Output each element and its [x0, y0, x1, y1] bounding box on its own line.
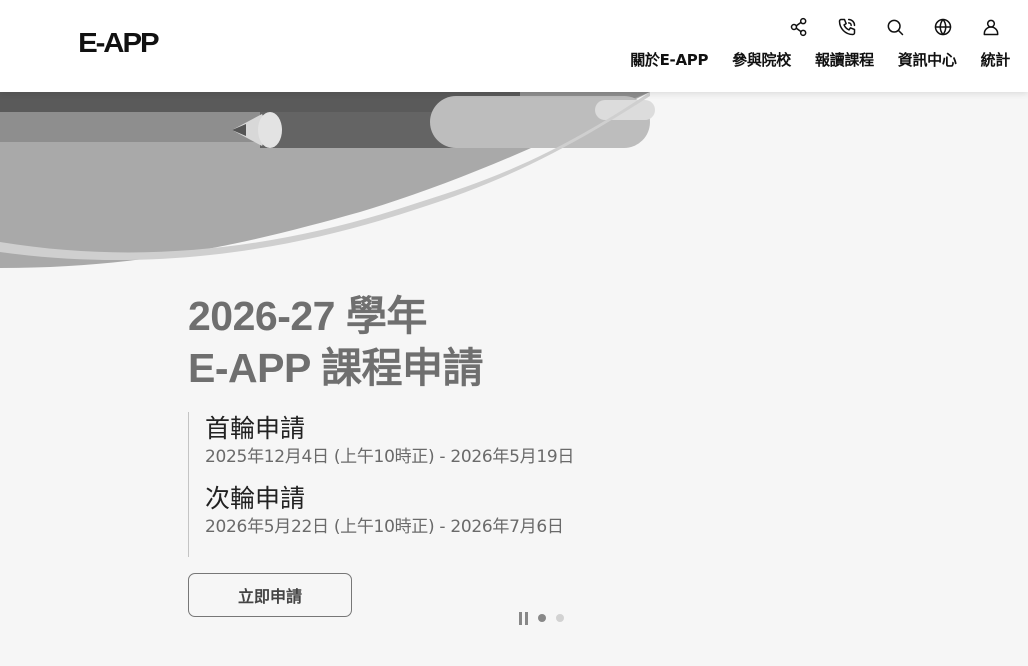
- round-name: 次輪申請: [205, 484, 306, 513]
- nav-about[interactable]: 關於E-APP: [630, 49, 708, 70]
- round-first: 首輪申請 2025年12月4日 (上午10時正) - 2026年5月19日: [205, 412, 574, 468]
- nav-info-centre[interactable]: 資訊中心: [898, 49, 957, 70]
- pencil-illustration: [0, 92, 1028, 268]
- hero-heading: 2026-27 學年 E-APP 課程申請: [188, 290, 483, 394]
- globe-icon[interactable]: [932, 16, 954, 38]
- hero-banner-image: [0, 92, 1028, 268]
- carousel-dot-2[interactable]: [556, 614, 564, 622]
- application-rounds: 首輪申請 2025年12月4日 (上午10時正) - 2026年5月19日 次輪…: [188, 412, 574, 557]
- header-icon-bar: [788, 16, 1002, 38]
- pause-icon[interactable]: [519, 611, 528, 625]
- round-name: 首輪申請: [205, 414, 306, 443]
- nav-statistics[interactable]: 統計: [981, 49, 1011, 70]
- hero-title-line1: 2026-27 學年: [188, 293, 427, 339]
- site-header: E-APP 關於E-APP 參與院校 報讀課程 資訊中心 統計: [0, 0, 1028, 92]
- hero-title-line2: E-APP 課程申請: [188, 345, 483, 391]
- user-icon[interactable]: [980, 16, 1002, 38]
- round-date: 2025年12月4日 (上午10時正) - 2026年5月19日: [205, 447, 575, 467]
- carousel-dot-1[interactable]: [538, 614, 546, 622]
- nav-programmes[interactable]: 報讀課程: [815, 49, 874, 70]
- apply-now-button[interactable]: 立即申請: [188, 573, 352, 617]
- share-icon[interactable]: [788, 16, 810, 38]
- phone-icon[interactable]: [836, 16, 858, 38]
- carousel-pager: [519, 611, 564, 625]
- logo[interactable]: E-APP: [78, 27, 159, 59]
- nav-institutions[interactable]: 參與院校: [732, 49, 791, 70]
- search-icon[interactable]: [884, 16, 906, 38]
- main-nav: 關於E-APP 參與院校 報讀課程 資訊中心 統計: [630, 49, 1010, 70]
- round-date: 2026年5月22日 (上午10時正) - 2026年7月6日: [205, 517, 564, 537]
- round-second: 次輪申請 2026年5月22日 (上午10時正) - 2026年7月6日: [205, 482, 574, 538]
